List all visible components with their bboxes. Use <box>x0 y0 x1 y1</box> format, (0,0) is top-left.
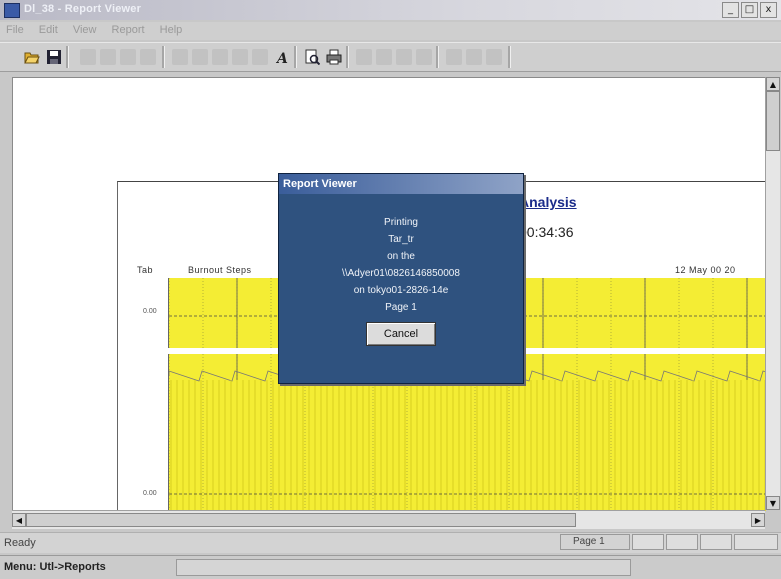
status-cell <box>666 534 698 550</box>
first-page-icon[interactable] <box>356 49 372 65</box>
next-page-icon[interactable] <box>396 49 412 65</box>
printing-dialog: Report Viewer Printing Tar_tr on the \\A… <box>278 173 524 384</box>
report-header-date: 12 May 00 20 <box>675 265 736 275</box>
vertical-scroll-thumb[interactable] <box>766 91 780 151</box>
cut-icon[interactable] <box>80 49 96 65</box>
menu-help[interactable]: Help <box>154 22 189 38</box>
dialog-body: Printing Tar_tr on the \\Adyer01\0826146… <box>279 194 523 346</box>
vertical-scrollbar[interactable]: ▲ ▼ <box>765 77 780 510</box>
status-cell <box>734 534 778 550</box>
menu-file[interactable]: File <box>0 22 30 38</box>
dialog-title: Report Viewer <box>279 174 523 194</box>
menu-path-text: Menu: Utl->Reports <box>4 561 106 573</box>
menu-edit[interactable]: Edit <box>33 22 64 38</box>
scroll-right-arrow-icon[interactable]: ▶ <box>751 513 765 527</box>
restore-button[interactable]: □ <box>741 2 758 18</box>
toolbar-separator <box>294 46 297 68</box>
save-icon[interactable] <box>46 49 62 65</box>
options-icon[interactable] <box>486 49 502 65</box>
scroll-left-arrow-icon[interactable]: ◀ <box>12 513 26 527</box>
open-icon[interactable] <box>24 49 40 65</box>
zoom-out-icon[interactable] <box>232 49 248 65</box>
font-icon[interactable]: A <box>274 49 290 67</box>
last-page-icon[interactable] <box>416 49 432 65</box>
window-title: Dl_38 - Report Viewer <box>24 3 142 15</box>
dialog-line-page: Page 1 <box>385 302 417 313</box>
toolbar: A <box>0 42 781 72</box>
print-setup-icon[interactable] <box>140 49 156 65</box>
dialog-line-port: on tokyo01-2826-14e <box>353 285 449 296</box>
y-axis-label-bottom: 0.00 <box>143 490 157 497</box>
host-status-cell <box>176 559 631 576</box>
y-axis-label-top: 0.00 <box>143 308 157 315</box>
menu-view[interactable]: View <box>67 22 103 38</box>
report-title: Analysis <box>519 194 577 210</box>
dialog-line-document: Tar_tr <box>388 234 414 245</box>
report-time: 00:34:36 <box>519 224 574 240</box>
copy-icon[interactable] <box>100 49 116 65</box>
dialog-line-printer: \\Adyer01\0826146850008 <box>342 268 460 279</box>
horizontal-scrollbar[interactable]: ◀ ▶ <box>12 510 765 529</box>
toolbar-separator <box>508 46 511 68</box>
prev-page-icon[interactable] <box>376 49 392 65</box>
scroll-down-arrow-icon[interactable]: ▼ <box>766 496 780 510</box>
export-icon[interactable] <box>466 49 482 65</box>
window-controls: _ □ x <box>722 2 777 18</box>
report-header-mid: Burnout Steps <box>188 265 252 275</box>
fit-icon[interactable] <box>252 49 268 65</box>
toolbar-separator <box>436 46 439 68</box>
find-next-icon[interactable] <box>192 49 208 65</box>
horizontal-scroll-thumb[interactable] <box>26 513 576 527</box>
toolbar-separator <box>162 46 165 68</box>
app-icon <box>4 3 20 18</box>
minimize-button[interactable]: _ <box>722 2 739 18</box>
goto-page-icon[interactable] <box>446 49 462 65</box>
menu-report[interactable]: Report <box>106 22 151 38</box>
host-status-bar: Menu: Utl->Reports <box>0 555 781 579</box>
toolbar-separator <box>346 46 349 68</box>
status-cell <box>700 534 732 550</box>
status-page-indicator: Page 1 <box>560 534 630 550</box>
report-header-left: Tab <box>137 265 154 275</box>
svg-text:A: A <box>275 51 288 65</box>
find-icon[interactable] <box>172 49 188 65</box>
cancel-button[interactable]: Cancel <box>366 322 436 346</box>
paste-icon[interactable] <box>120 49 136 65</box>
status-ready: Ready <box>4 537 36 549</box>
toolbar-separator <box>66 46 69 68</box>
close-button[interactable]: x <box>760 2 777 18</box>
dialog-line-on-the: on the <box>387 251 415 262</box>
status-cell <box>632 534 664 550</box>
title-bar: Dl_38 - Report Viewer _ □ x <box>0 0 781 20</box>
print-icon[interactable] <box>326 49 342 65</box>
status-bar: Ready Page 1 <box>0 532 781 553</box>
scroll-up-arrow-icon[interactable]: ▲ <box>766 77 780 91</box>
dialog-line-printing: Printing <box>384 217 418 228</box>
menu-bar: File Edit View Report Help <box>0 22 781 40</box>
zoom-in-icon[interactable] <box>212 49 228 65</box>
print-preview-icon[interactable] <box>304 49 321 66</box>
